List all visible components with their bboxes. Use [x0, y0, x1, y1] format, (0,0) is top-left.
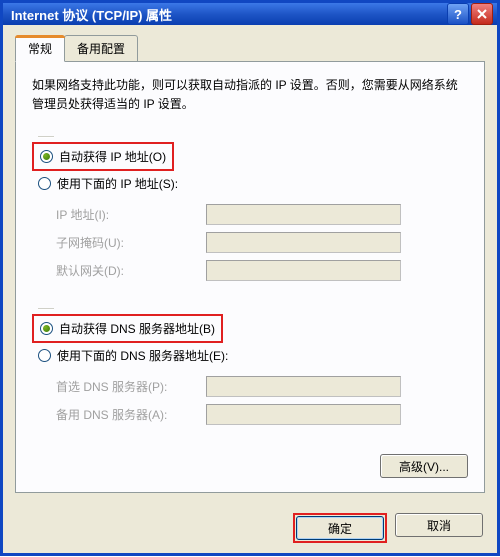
radio-dns-manual[interactable]: 使用下面的 DNS 服务器地址(E): — [32, 343, 468, 368]
radio-dns-auto[interactable]: 自动获得 DNS 服务器地址(B) — [34, 316, 221, 341]
divider-icon — [38, 308, 54, 310]
highlight-ok: 确定 — [293, 513, 387, 543]
tab-general[interactable]: 常规 — [15, 35, 65, 62]
radio-ip-manual[interactable]: 使用下面的 IP 地址(S): — [32, 171, 468, 196]
ip-group: 自动获得 IP 地址(O) 使用下面的 IP 地址(S): IP 地址(I): … — [32, 132, 468, 296]
ip-address-input — [206, 204, 401, 225]
radio-icon — [38, 349, 51, 362]
highlight-dns-auto: 自动获得 DNS 服务器地址(B) — [32, 314, 223, 343]
window-title: Internet 协议 (TCP/IP) 属性 — [11, 5, 447, 24]
radio-label: 自动获得 IP 地址(O) — [59, 148, 166, 165]
close-button[interactable] — [471, 3, 493, 25]
field-label: 备用 DNS 服务器(A): — [56, 406, 206, 423]
description-text: 如果网络支持此功能，则可以获取自动指派的 IP 设置。否则，您需要从网络系统管理… — [32, 76, 468, 114]
advanced-button[interactable]: 高级(V)... — [380, 454, 468, 478]
field-dns-preferred: 首选 DNS 服务器(P): — [56, 372, 468, 400]
dns-preferred-input — [206, 376, 401, 397]
divider-icon — [38, 136, 54, 138]
close-icon — [477, 9, 487, 19]
radio-icon — [40, 322, 53, 335]
radio-icon — [38, 177, 51, 190]
field-ip-address: IP 地址(I): — [56, 200, 468, 228]
ip-fields: IP 地址(I): 子网掩码(U): 默认网关(D): — [56, 200, 468, 284]
dns-fields: 首选 DNS 服务器(P): 备用 DNS 服务器(A): — [56, 372, 468, 428]
radio-ip-auto[interactable]: 自动获得 IP 地址(O) — [34, 144, 172, 169]
field-label: 首选 DNS 服务器(P): — [56, 378, 206, 395]
field-label: 默认网关(D): — [56, 262, 206, 279]
field-subnet-mask: 子网掩码(U): — [56, 228, 468, 256]
radio-label: 自动获得 DNS 服务器地址(B) — [59, 320, 215, 337]
field-gateway: 默认网关(D): — [56, 256, 468, 284]
advanced-row: 高级(V)... — [32, 448, 468, 478]
radio-icon — [40, 150, 53, 163]
dialog-body: 常规 备用配置 如果网络支持此功能，则可以获取自动指派的 IP 设置。否则，您需… — [3, 25, 497, 503]
help-button[interactable]: ? — [447, 3, 469, 25]
dns-alternate-input — [206, 404, 401, 425]
cancel-button[interactable]: 取消 — [395, 513, 483, 537]
titlebar: Internet 协议 (TCP/IP) 属性 ? — [3, 3, 497, 25]
titlebar-buttons: ? — [447, 3, 493, 25]
highlight-ip-auto: 自动获得 IP 地址(O) — [32, 142, 174, 171]
field-label: 子网掩码(U): — [56, 234, 206, 251]
ok-button[interactable]: 确定 — [296, 516, 384, 540]
radio-label: 使用下面的 DNS 服务器地址(E): — [57, 347, 228, 364]
subnet-mask-input — [206, 232, 401, 253]
tab-panel-general: 如果网络支持此功能，则可以获取自动指派的 IP 设置。否则，您需要从网络系统管理… — [15, 61, 485, 493]
field-dns-alternate: 备用 DNS 服务器(A): — [56, 400, 468, 428]
dialog-window: Internet 协议 (TCP/IP) 属性 ? 常规 备用配置 如果网络支持… — [0, 0, 500, 556]
radio-label: 使用下面的 IP 地址(S): — [57, 175, 178, 192]
tab-strip: 常规 备用配置 — [15, 35, 485, 61]
tab-alternate[interactable]: 备用配置 — [64, 35, 138, 61]
gateway-input — [206, 260, 401, 281]
dns-group: 自动获得 DNS 服务器地址(B) 使用下面的 DNS 服务器地址(E): 首选… — [32, 304, 468, 440]
field-label: IP 地址(I): — [56, 206, 206, 223]
dialog-footer: 确定 取消 — [3, 503, 497, 557]
